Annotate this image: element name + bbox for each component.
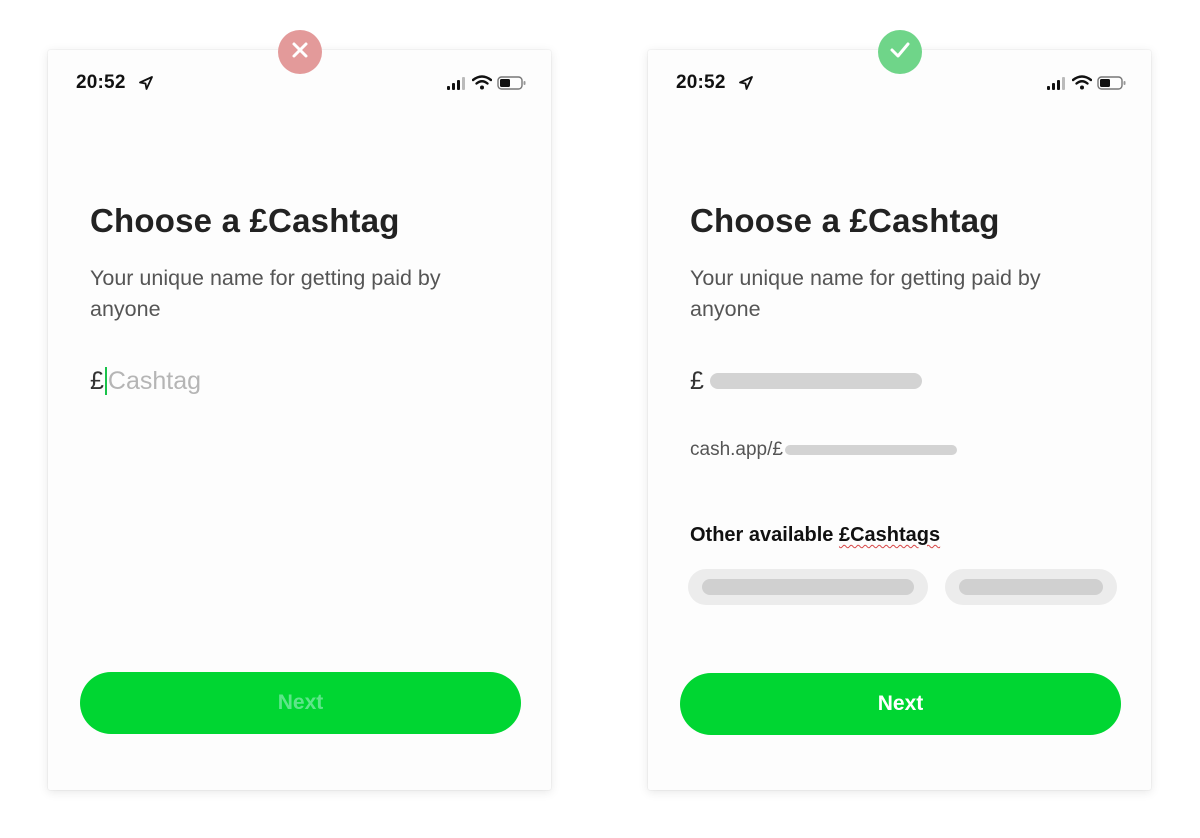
battery-icon: [497, 75, 527, 95]
signal-icon: [447, 76, 467, 95]
url-value-redacted: [784, 445, 957, 455]
suggested-cashtag-chip[interactable]: [688, 569, 928, 605]
wifi-icon: [1071, 75, 1093, 95]
cashtag-value-redacted: [709, 373, 922, 389]
cashtag-input[interactable]: £ Cashtag: [90, 364, 201, 398]
status-time: 20:52: [676, 72, 726, 93]
chip-text-redacted: [702, 579, 914, 595]
status-bar: 20:52: [76, 72, 527, 96]
page-title: Choose a £Cashtag: [690, 202, 1000, 239]
cashtag-placeholder: Cashtag: [107, 366, 202, 395]
phone-screen-bad: 20:52 Choose a £Cashtag Your unique name…: [48, 50, 551, 790]
cashtag-input[interactable]: £: [690, 364, 922, 398]
page-subtitle: Your unique name for getting paid by any…: [690, 266, 1041, 321]
location-arrow-icon: [138, 75, 154, 96]
suggested-cashtag-chip[interactable]: [945, 569, 1117, 605]
battery-icon: [1097, 75, 1127, 95]
url-prefix: cash.app/£: [690, 439, 783, 460]
cashtag-url: cash.app/£: [690, 439, 957, 461]
close-icon: [291, 41, 309, 64]
other-cashtags-word: £Cashtags: [838, 524, 941, 546]
incorrect-badge: [278, 30, 322, 74]
chip-text-redacted: [959, 579, 1103, 595]
text-caret: [104, 367, 107, 395]
next-button[interactable]: Next: [80, 672, 521, 734]
status-bar: 20:52: [676, 72, 1127, 96]
correct-badge: [878, 30, 922, 74]
page-title: Choose a £Cashtag: [90, 202, 400, 239]
signal-icon: [1047, 76, 1067, 95]
location-arrow-icon: [738, 75, 754, 96]
next-button[interactable]: Next: [680, 673, 1121, 735]
check-icon: [889, 41, 911, 64]
other-cashtags-heading: Other available £Cashtags: [690, 524, 940, 547]
page-subtitle: Your unique name for getting paid by any…: [90, 266, 441, 321]
other-cashtags-prefix: Other available: [690, 524, 839, 546]
wifi-icon: [471, 75, 493, 95]
currency-prefix: £: [690, 366, 704, 395]
phone-screen-good: 20:52 Choose a £Cashtag Your unique name…: [648, 50, 1151, 790]
currency-prefix: £: [90, 366, 104, 395]
status-time: 20:52: [76, 72, 126, 93]
